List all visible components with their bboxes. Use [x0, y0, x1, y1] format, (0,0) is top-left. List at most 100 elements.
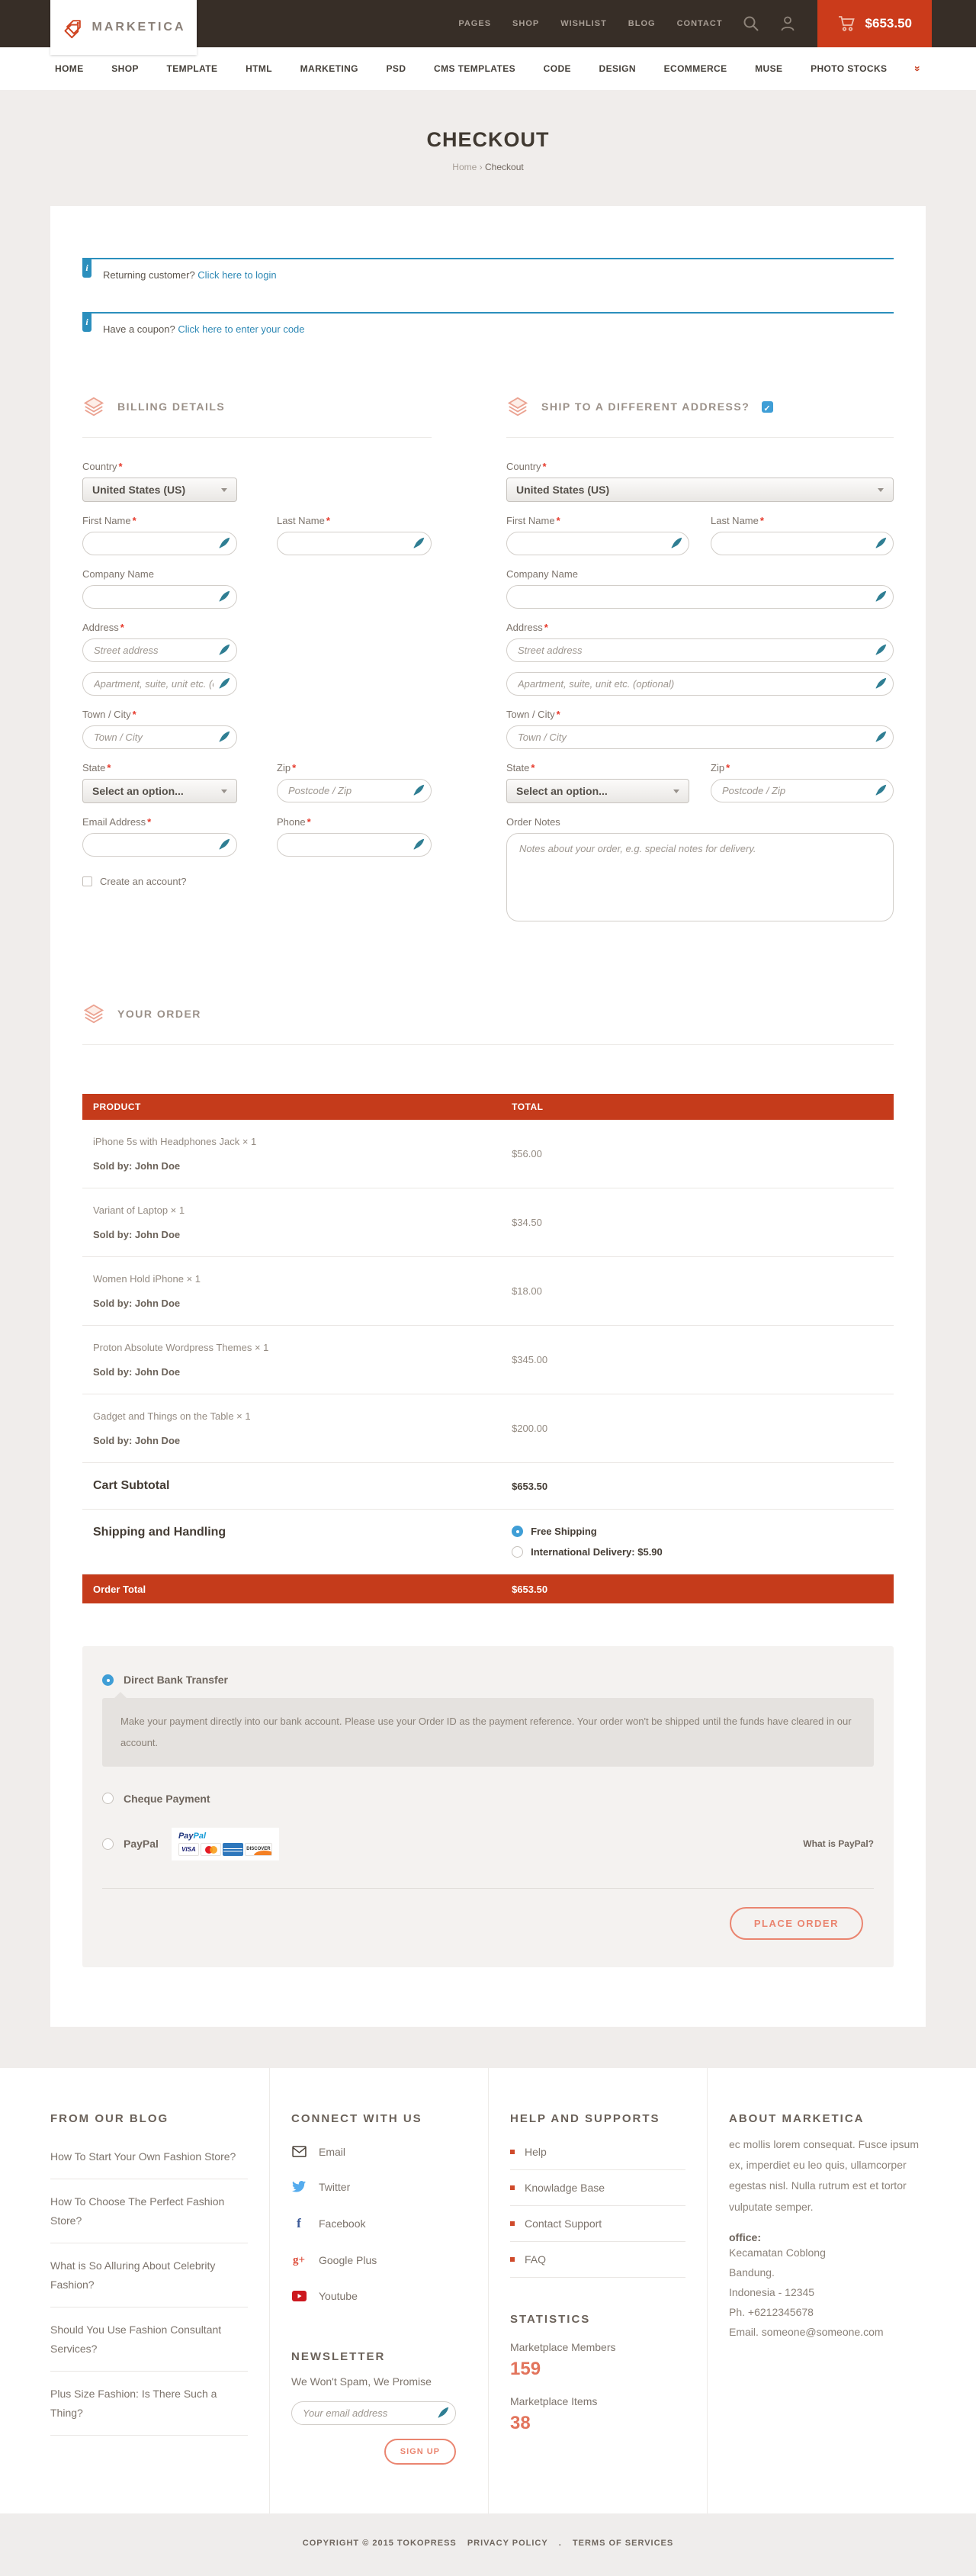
help-link[interactable]: Help [510, 2134, 685, 2170]
mastercard-logo [201, 1843, 221, 1856]
nav-html[interactable]: HTML [246, 63, 272, 74]
billing-apartment-input[interactable] [82, 672, 237, 696]
header-nav-wishlist[interactable]: WISHLIST [560, 19, 607, 28]
billing-phone-input[interactable] [277, 833, 432, 857]
billing-zip-input[interactable] [277, 779, 432, 802]
billing-company-label: Company Name [82, 568, 237, 580]
login-link[interactable]: Click here to login [197, 269, 276, 281]
newsletter-email-input[interactable] [291, 2401, 456, 2425]
amex-logo [223, 1843, 243, 1856]
breadcrumb-current: Checkout [485, 162, 524, 172]
shipping-street-input[interactable] [506, 638, 894, 662]
billing-company-input[interactable] [82, 585, 237, 609]
blog-post-link[interactable]: How To Start Your Own Fashion Store? [50, 2134, 248, 2180]
product-vendor: Sold by: John Doe [93, 1160, 512, 1172]
billing-street-input[interactable] [82, 638, 237, 662]
international-delivery-label[interactable]: International Delivery: $5.90 [531, 1546, 663, 1558]
email-link[interactable]: Email [291, 2134, 467, 2169]
search-icon[interactable] [743, 15, 759, 32]
edit-icon [218, 838, 230, 851]
youtube-icon [291, 2291, 307, 2301]
user-icon[interactable] [779, 15, 796, 32]
cart-button[interactable]: $653.50 [817, 0, 932, 47]
terms-link[interactable]: TERMS OF SERVICES [573, 2539, 673, 2548]
shipping-town-input[interactable] [506, 725, 894, 749]
cheque-payment-radio[interactable] [102, 1793, 114, 1804]
signup-button[interactable]: SIGN UP [384, 2439, 456, 2465]
login-notice-text: Returning customer? [103, 269, 195, 281]
nav-photo-stocks[interactable]: PHOTO STOCKS [811, 63, 887, 74]
bank-transfer-label[interactable]: Direct Bank Transfer [124, 1674, 228, 1686]
nav-shop[interactable]: SHOP [111, 63, 139, 74]
nav-psd[interactable]: PSD [387, 63, 406, 74]
shipping-last-name-input[interactable] [711, 532, 894, 555]
order-notes-textarea[interactable] [506, 833, 894, 921]
nav-cms-templates[interactable]: CMS TEMPLATES [434, 63, 515, 74]
more-chevrons-icon[interactable]: » [912, 66, 924, 72]
create-account-label[interactable]: Create an account? [100, 876, 186, 887]
free-shipping-radio[interactable] [512, 1526, 523, 1537]
youtube-link[interactable]: Youtube [291, 2279, 467, 2314]
faq-link[interactable]: FAQ [510, 2242, 685, 2278]
nav-template[interactable]: TEMPLATE [166, 63, 217, 74]
ship-different-checkbox[interactable] [762, 401, 773, 413]
shipping-apartment-input[interactable] [506, 672, 894, 696]
order-table-header: PRODUCT TOTAL [82, 1094, 894, 1120]
nav-code[interactable]: CODE [544, 63, 571, 74]
shipping-state-label: State* [506, 762, 689, 773]
international-delivery-radio[interactable] [512, 1546, 523, 1558]
header-nav-blog[interactable]: BLOG [628, 19, 656, 28]
breadcrumb-home[interactable]: Home [452, 162, 477, 172]
privacy-policy-link[interactable]: PRIVACY POLICY [467, 2539, 548, 2548]
order-row: iPhone 5s with Headphones Jack × 1 Sold … [82, 1120, 894, 1188]
billing-last-name-input[interactable] [277, 532, 432, 555]
stat-label: Marketplace Items [510, 2395, 685, 2407]
order-total-row: Order Total $653.50 [82, 1574, 894, 1603]
shipping-zip-input[interactable] [711, 779, 894, 802]
billing-country-select[interactable]: United States (US) [82, 478, 237, 502]
info-icon [82, 314, 92, 332]
header-nav-contact[interactable]: CONTACT [677, 19, 723, 28]
paypal-radio[interactable] [102, 1838, 114, 1850]
coupon-link[interactable]: Click here to enter your code [178, 323, 304, 335]
shipping-state-select[interactable]: Select an option... [506, 779, 689, 803]
header-nav-shop[interactable]: SHOP [512, 19, 539, 28]
nav-home[interactable]: HOME [55, 63, 84, 74]
nav-design[interactable]: DESIGN [599, 63, 636, 74]
header-nav-pages[interactable]: PAGES [458, 19, 491, 28]
help-column-title: HELP AND SUPPORTS [510, 2112, 685, 2125]
blog-post-link[interactable]: How To Choose The Perfect Fashion Store? [50, 2179, 248, 2243]
footer-about-column: ABOUT MARKETICA ec mollis lorem consequa… [707, 2068, 926, 2513]
brand-name: MARKETICA [92, 21, 186, 34]
blog-post-link[interactable]: Should You Use Fashion Consultant Servic… [50, 2307, 248, 2372]
nav-muse[interactable]: MUSE [755, 63, 782, 74]
create-account-checkbox[interactable] [82, 876, 92, 886]
facebook-link[interactable]: Facebook [291, 2205, 467, 2243]
billing-state-value: Select an option... [92, 785, 184, 797]
billing-state-select[interactable]: Select an option... [82, 779, 237, 803]
logo[interactable]: MARKETICA [50, 0, 197, 55]
contact-support-link[interactable]: Contact Support [510, 2206, 685, 2242]
shipping-country-select[interactable]: United States (US) [506, 478, 894, 502]
what-is-paypal-link[interactable]: What is PayPal? [803, 1838, 874, 1849]
nav-marketing[interactable]: MARKETING [300, 63, 358, 74]
free-shipping-label[interactable]: Free Shipping [531, 1526, 597, 1537]
blog-post-link[interactable]: What is So Alluring About Celebrity Fash… [50, 2243, 248, 2307]
shipping-first-name-input[interactable] [506, 532, 689, 555]
billing-email-input[interactable] [82, 833, 237, 857]
billing-section: BILLING DETAILS Country* United States (… [82, 395, 432, 938]
twitter-link[interactable]: Twitter [291, 2169, 467, 2205]
shipping-company-input[interactable] [506, 585, 894, 609]
billing-first-name-input[interactable] [82, 532, 237, 555]
place-order-button[interactable]: PLACE ORDER [730, 1907, 863, 1940]
blog-post-link[interactable]: Plus Size Fashion: Is There Such a Thing… [50, 2372, 248, 2436]
billing-town-input[interactable] [82, 725, 237, 749]
bank-transfer-radio[interactable] [102, 1674, 114, 1686]
paypal-label[interactable]: PayPal [124, 1838, 159, 1850]
google-plus-link[interactable]: Google Plus [291, 2243, 467, 2279]
column-product: PRODUCT [93, 1101, 512, 1112]
knowledge-base-link[interactable]: Knowladge Base [510, 2170, 685, 2206]
checkout-card: Returning customer? Click here to login … [50, 206, 926, 2027]
cheque-payment-label[interactable]: Cheque Payment [124, 1793, 210, 1805]
nav-ecommerce[interactable]: ECOMMERCE [664, 63, 727, 74]
